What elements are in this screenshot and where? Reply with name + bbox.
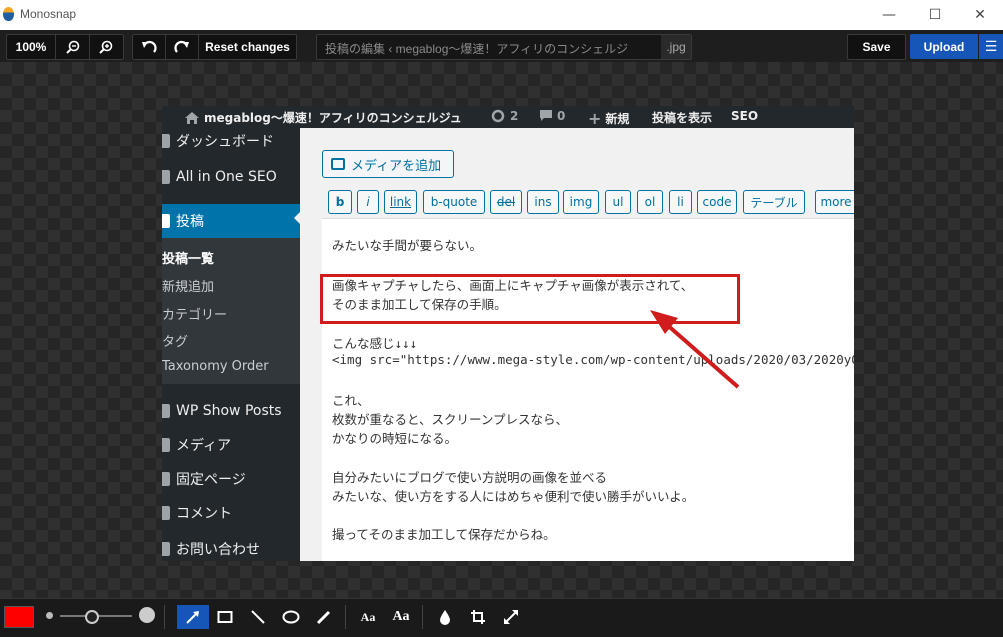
reset-changes-button[interactable]: Reset changes bbox=[199, 35, 296, 59]
drawing-toolbar: Aa Aa bbox=[0, 598, 1003, 637]
text-outline-tool-icon[interactable]: Aa bbox=[387, 605, 415, 629]
filename-text: 投稿の編集 ‹ megablog〜爆速！アフィリのコンシェルジ bbox=[325, 42, 629, 56]
undo-icon[interactable] bbox=[133, 35, 165, 59]
close-icon[interactable]: ✕ bbox=[957, 0, 1003, 30]
zoom-out-icon[interactable] bbox=[56, 35, 89, 59]
color-swatch[interactable] bbox=[4, 606, 34, 628]
size-small-icon bbox=[46, 612, 53, 619]
minimize-icon[interactable]: — bbox=[866, 0, 912, 30]
zoom-level[interactable]: 100% bbox=[7, 35, 55, 59]
size-slider-handle[interactable] bbox=[85, 610, 99, 624]
ellipse-tool-icon[interactable] bbox=[277, 605, 305, 629]
redo-icon[interactable] bbox=[166, 35, 198, 59]
zoom-group: 100% bbox=[6, 34, 124, 60]
save-button[interactable]: Save bbox=[847, 34, 906, 60]
annotation-arrow[interactable] bbox=[162, 106, 854, 561]
zoom-in-icon[interactable] bbox=[90, 35, 122, 59]
captured-screenshot: megablog〜爆速！アフィリのコンシェルジュ 2 0 + 新規 投稿を表示 … bbox=[162, 106, 854, 561]
monosnap-logo-icon bbox=[3, 7, 14, 21]
resize-tool-icon[interactable] bbox=[497, 605, 525, 629]
history-group: Reset changes bbox=[132, 34, 297, 60]
maximize-icon[interactable]: ☐ bbox=[912, 0, 958, 30]
size-large-icon bbox=[139, 607, 155, 623]
arrow-tool-icon[interactable] bbox=[177, 605, 209, 629]
pen-tool-icon[interactable] bbox=[310, 605, 338, 629]
rectangle-tool-icon[interactable] bbox=[211, 605, 239, 629]
upload-button[interactable]: Upload bbox=[910, 34, 978, 59]
editor-toolbar: 100% Reset changes 投稿の編集 ‹ megablog〜爆速！ア… bbox=[0, 30, 1003, 62]
menu-icon[interactable]: ☰ bbox=[979, 34, 1003, 59]
file-extension: .jpg bbox=[661, 35, 691, 59]
text-tool-icon[interactable]: Aa bbox=[354, 605, 382, 629]
window-titlebar: Monosnap — ☐ ✕ bbox=[0, 0, 1003, 30]
blur-tool-icon[interactable] bbox=[431, 605, 459, 629]
filename-field[interactable]: 投稿の編集 ‹ megablog〜爆速！アフィリのコンシェルジ .jpg bbox=[316, 34, 692, 60]
editor-canvas: megablog〜爆速！アフィリのコンシェルジュ 2 0 + 新規 投稿を表示 … bbox=[0, 62, 1003, 598]
line-tool-icon[interactable] bbox=[244, 605, 272, 629]
crop-tool-icon[interactable] bbox=[464, 605, 492, 629]
window-title: Monosnap bbox=[20, 7, 77, 21]
